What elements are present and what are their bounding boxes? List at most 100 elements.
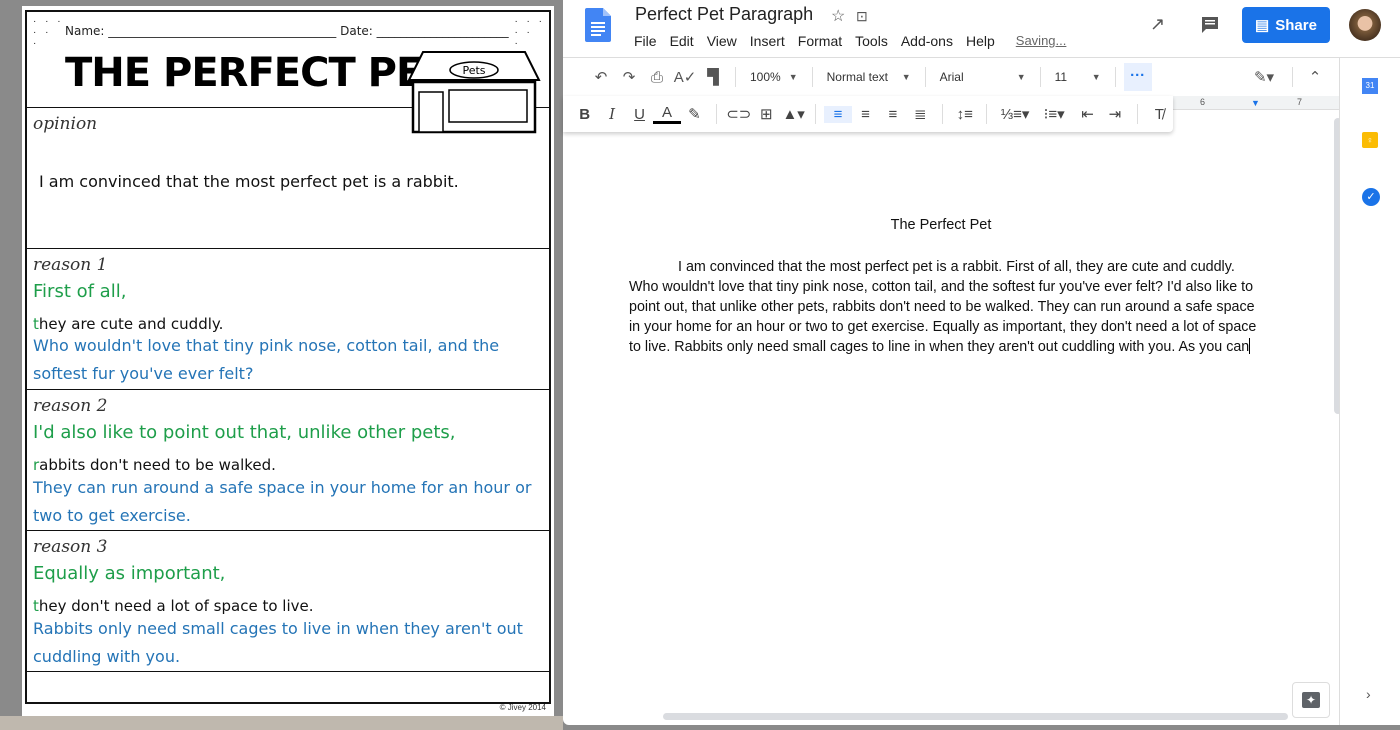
font-select[interactable]: Arial ▼: [934, 70, 1032, 84]
highlight-icon[interactable]: ✎: [681, 105, 708, 123]
decorative-dots: · · · · · ·: [33, 16, 64, 49]
insert-comment-icon[interactable]: ⊞: [753, 105, 780, 123]
increase-indent-icon[interactable]: ⇥: [1101, 105, 1128, 123]
menu-bar: File Edit View Insert Format Tools Add-o…: [634, 33, 1079, 49]
move-folder-icon[interactable]: ⊡: [856, 8, 868, 25]
bold-icon[interactable]: B: [571, 106, 598, 123]
insert-image-icon[interactable]: ▲▾: [780, 105, 807, 123]
doc-heading: The Perfect Pet: [890, 217, 992, 233]
explore-button[interactable]: ✦: [1292, 682, 1330, 718]
detail-text: Rabbits only need small cages to live in…: [33, 619, 523, 638]
print-icon[interactable]: ⎙: [643, 69, 671, 86]
menu-format[interactable]: Format: [798, 33, 842, 49]
clear-formatting-icon[interactable]: T̸: [1146, 106, 1173, 123]
collapse-menu-icon[interactable]: ⌃: [1301, 68, 1329, 86]
menu-edit[interactable]: Edit: [670, 33, 694, 49]
section-label: reason 3: [33, 537, 108, 557]
reason-2-section: reason 2 I'd also like to point out that…: [27, 390, 549, 531]
explore-icon: ✦: [1301, 692, 1321, 708]
main-toolbar: ↶ ↷ ⎙ A✓ ▜ 100% ▼ Normal text ▼ Arial ▼ 11 ▼…: [563, 59, 1333, 95]
italic-icon[interactable]: I: [598, 105, 625, 123]
chevron-down-icon: ▼: [901, 72, 911, 82]
indent-marker-icon[interactable]: ▼: [1251, 98, 1260, 108]
line-spacing-icon[interactable]: ↕≡: [951, 106, 978, 123]
side-panel: 31 ♀ ✓ ›: [1339, 58, 1400, 725]
more-options-icon[interactable]: ···: [1123, 63, 1152, 91]
background-floor: [0, 716, 563, 730]
section-label: reason 1: [33, 255, 108, 275]
link-icon[interactable]: ⊂⊃: [725, 105, 752, 123]
share-lock-icon: ▤: [1255, 17, 1270, 34]
transition-text: First of all,: [33, 281, 127, 302]
docs-logo-icon[interactable]: [585, 8, 611, 42]
tasks-icon[interactable]: ✓: [1362, 188, 1380, 206]
worksheet-frame: · · · · · · · · · · · · Name: ____________…: [25, 10, 551, 704]
activity-trend-icon[interactable]: ↗: [1150, 14, 1165, 35]
zoom-select[interactable]: 100% ▼: [744, 70, 804, 84]
justify-icon[interactable]: ≣: [907, 105, 934, 123]
menu-tools[interactable]: Tools: [855, 33, 888, 49]
redo-icon[interactable]: ↷: [615, 68, 643, 86]
chevron-down-icon: ▼: [788, 72, 798, 82]
worksheet: · · · · · · · · · · · · Name: ____________…: [22, 6, 554, 716]
keep-icon[interactable]: ♀: [1362, 132, 1378, 148]
transition-text: Equally as important,: [33, 563, 226, 584]
align-center-icon[interactable]: ≡: [852, 106, 879, 123]
transition-text: I'd also like to point out that, unlike …: [33, 422, 456, 443]
editing-mode-pencil-icon[interactable]: ✎▾: [1250, 68, 1278, 86]
document-page[interactable]: The Perfect Pet I am convinced that the …: [563, 111, 1339, 711]
comments-icon[interactable]: [1200, 15, 1220, 35]
text-color-icon[interactable]: A: [653, 104, 681, 124]
numbered-list-icon[interactable]: ⅓≡▾: [995, 105, 1034, 123]
align-right-icon[interactable]: ≡: [879, 106, 906, 123]
expand-panel-icon[interactable]: ›: [1366, 686, 1371, 702]
decrease-indent-icon[interactable]: ⇤: [1074, 105, 1101, 123]
google-docs-window: Perfect Pet Paragraph ☆ ⊡ File Edit View…: [563, 0, 1400, 725]
detail-text: They can run around a safe space in your…: [33, 478, 532, 497]
align-left-icon[interactable]: ≡: [824, 105, 852, 123]
calendar-icon[interactable]: 31: [1362, 78, 1378, 94]
spellcheck-icon[interactable]: A✓: [671, 68, 699, 86]
section-label: opinion: [33, 114, 98, 134]
reason-text: they are cute and cuddly.: [33, 315, 224, 333]
menu-view[interactable]: View: [707, 33, 737, 49]
name-field: Name: __________________________________…: [65, 24, 337, 38]
menu-help[interactable]: Help: [966, 33, 995, 49]
document-title[interactable]: Perfect Pet Paragraph: [635, 4, 813, 25]
star-icon[interactable]: ☆: [831, 6, 845, 26]
horizontal-scrollbar[interactable]: [663, 713, 1288, 720]
opinion-section: opinion I am convinced that the most per…: [27, 108, 549, 249]
detail-text: cuddling with you.: [33, 647, 181, 666]
detail-text: softest fur you've ever felt?: [33, 364, 254, 383]
undo-icon[interactable]: ↶: [587, 68, 615, 86]
worksheet-title: THE PERFECT PET: [65, 50, 450, 96]
worksheet-header: · · · · · · · · · · · · Name: ____________…: [27, 12, 549, 134]
reason-1-section: reason 1 First of all, they are cute and…: [27, 249, 549, 390]
chevron-down-icon: ▼: [1016, 72, 1026, 82]
share-button[interactable]: ▤ Share: [1242, 7, 1330, 43]
date-field: Date: ______________________: [340, 24, 509, 38]
paint-format-icon[interactable]: ▜: [699, 68, 727, 86]
save-status[interactable]: Saving...: [1016, 33, 1067, 49]
copyright: © Jivey 2014: [499, 703, 546, 712]
overflow-toolbar: B I U A ✎ ⊂⊃ ⊞ ▲▾ ≡ ≡ ≡ ≣ ↕≡ ⅓≡▾ ⁝≡▾ ⇤ ⇥…: [563, 96, 1173, 132]
docs-header: Perfect Pet Paragraph ☆ ⊡ File Edit View…: [563, 0, 1400, 58]
font-size-select[interactable]: 11 ▼: [1049, 70, 1107, 84]
reason-text: rabbits don't need to be walked.: [33, 456, 276, 474]
style-select[interactable]: Normal text ▼: [821, 70, 917, 84]
bulleted-list-icon[interactable]: ⁝≡▾: [1035, 105, 1074, 123]
underline-icon[interactable]: U: [626, 106, 653, 123]
detail-text: Who wouldn't love that tiny pink nose, c…: [33, 336, 500, 355]
menu-file[interactable]: File: [634, 33, 657, 49]
reason-text: they don't need a lot of space to live.: [33, 597, 314, 615]
text-cursor: [1249, 338, 1251, 354]
doc-paragraph[interactable]: I am convinced that the most perfect pet…: [629, 257, 1259, 357]
menu-addons[interactable]: Add-ons: [901, 33, 953, 49]
menu-insert[interactable]: Insert: [750, 33, 785, 49]
opinion-text: I am convinced that the most perfect pet…: [39, 172, 459, 191]
detail-text: two to get exercise.: [33, 506, 191, 525]
user-avatar[interactable]: [1349, 9, 1381, 41]
shop-sign: Pets: [462, 64, 485, 77]
chevron-down-icon: ▼: [1091, 72, 1101, 82]
reason-3-section: reason 3 Equally as important, they don'…: [27, 531, 549, 672]
